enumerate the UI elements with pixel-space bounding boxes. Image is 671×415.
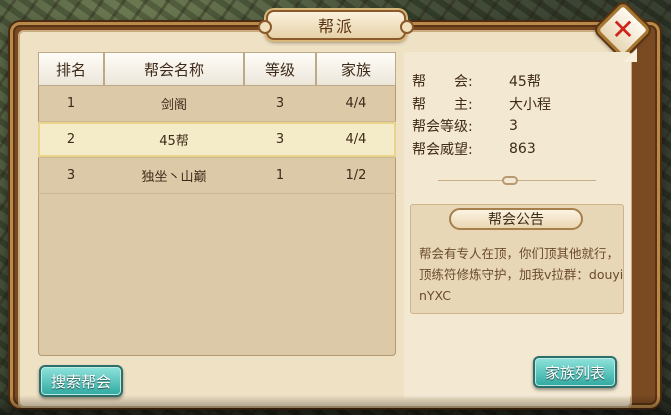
cell-rank: 3 bbox=[66, 168, 76, 183]
info-value: 3 bbox=[509, 118, 518, 135]
gang-detail-panel: 帮 会: 45帮 帮 主: 大小程 帮会等级: 3 帮会威望: 863 帮会公告… bbox=[404, 48, 637, 398]
cell-gang-name: 独坐丶山巅 bbox=[141, 170, 207, 185]
gang-ranking-table: 排名 帮会名称 等级 家族 1 剑阁 3 4/4 2 45帮 3 4/4 3 独… bbox=[38, 52, 396, 356]
header-level[interactable]: 等级 bbox=[244, 52, 316, 86]
notice-text: 帮会有专人在顶，你们顶其他就行，顶练符修炼守护，加我v拉群：douyinYXC bbox=[419, 246, 624, 303]
window-title: 帮派 bbox=[258, 10, 414, 40]
cell-rank: 1 bbox=[66, 96, 76, 111]
divider-ornament-icon bbox=[502, 176, 518, 185]
cell-gang-name: 剑阁 bbox=[160, 98, 187, 113]
cell-families: 1/2 bbox=[345, 168, 367, 183]
info-gang-name: 帮 会: 45帮 bbox=[412, 70, 551, 93]
table-row-selected[interactable]: 2 45帮 3 4/4 bbox=[38, 122, 396, 158]
close-icon[interactable]: ✕ bbox=[603, 10, 643, 50]
gang-notice-box: 帮会公告 帮会有专人在顶，你们顶其他就行，顶练符修炼守护，加我v拉群：douyi… bbox=[410, 204, 624, 314]
cell-level: 1 bbox=[275, 168, 285, 183]
cell-level: 3 bbox=[275, 96, 285, 111]
cell-level: 3 bbox=[275, 132, 285, 147]
info-prestige: 帮会威望: 863 bbox=[412, 138, 551, 161]
info-label: 帮会威望: bbox=[412, 141, 473, 158]
info-label: 帮 主: bbox=[412, 96, 473, 113]
header-gang-name[interactable]: 帮会名称 bbox=[104, 52, 244, 86]
search-gang-button[interactable]: 搜索帮会 bbox=[39, 365, 123, 397]
cell-families: 4/4 bbox=[345, 132, 367, 147]
info-value: 45帮 bbox=[509, 74, 541, 91]
header-rank[interactable]: 排名 bbox=[38, 52, 104, 86]
info-label: 帮会等级: bbox=[412, 119, 473, 136]
header-families[interactable]: 家族 bbox=[316, 52, 396, 86]
info-value: 大小程 bbox=[509, 96, 551, 113]
table-header: 排名 帮会名称 等级 家族 bbox=[38, 52, 396, 86]
info-label: 帮 会: bbox=[412, 74, 473, 91]
info-leader: 帮 主: 大小程 bbox=[412, 93, 551, 116]
cell-families: 4/4 bbox=[345, 96, 367, 111]
cell-rank: 2 bbox=[66, 132, 76, 147]
gang-info: 帮 会: 45帮 帮 主: 大小程 帮会等级: 3 帮会威望: 863 bbox=[412, 70, 551, 160]
info-level: 帮会等级: 3 bbox=[412, 115, 551, 138]
table-row[interactable]: 1 剑阁 3 4/4 bbox=[38, 86, 396, 122]
cell-gang-name: 45帮 bbox=[159, 134, 189, 149]
bottom-shadow bbox=[0, 395, 671, 415]
notice-title: 帮会公告 bbox=[449, 208, 583, 230]
table-row[interactable]: 3 独坐丶山巅 1 1/2 bbox=[38, 158, 396, 194]
family-list-button[interactable]: 家族列表 bbox=[533, 356, 617, 388]
info-value: 863 bbox=[509, 140, 536, 157]
